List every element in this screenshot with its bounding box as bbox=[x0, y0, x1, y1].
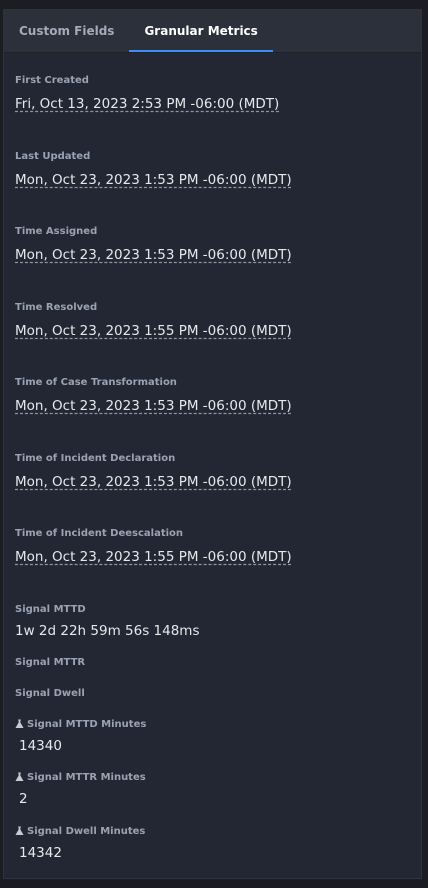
field-label: Time of Incident Deescalation bbox=[15, 527, 184, 539]
field-signal-mttd: Signal MTTD 1w 2d 22h 59m 56s 148ms bbox=[15, 602, 199, 641]
flask-icon bbox=[15, 719, 24, 729]
field-label: Last Updated bbox=[15, 150, 91, 162]
field-first-created: First Created Fri, Oct 13, 2023 2:53 PM … bbox=[15, 73, 279, 114]
field-time-incident-deescalation: Time of Incident Deescalation Mon, Oct 2… bbox=[15, 526, 292, 567]
date-value[interactable]: Mon, Oct 23, 2023 1:53 PM -06:00 (MDT) bbox=[15, 170, 292, 190]
date-value[interactable]: Mon, Oct 23, 2023 1:55 PM -06:00 (MDT) bbox=[15, 321, 292, 341]
field-time-assigned: Time Assigned Mon, Oct 23, 2023 1:53 PM … bbox=[15, 224, 292, 265]
field-signal-dwell-minutes: Signal Dwell Minutes 14342 bbox=[15, 824, 145, 863]
date-value[interactable]: Mon, Oct 23, 2023 1:53 PM -06:00 (MDT) bbox=[15, 396, 292, 416]
field-label: Time of Case Transformation bbox=[15, 376, 177, 388]
date-value[interactable]: Mon, Oct 23, 2023 1:53 PM -06:00 (MDT) bbox=[15, 245, 292, 265]
flask-icon bbox=[15, 826, 24, 836]
signal-mttd-value: 1w 2d 22h 59m 56s 148ms bbox=[15, 623, 200, 639]
field-signal-dwell: Signal Dwell bbox=[15, 686, 85, 700]
field-label: Time of Incident Declaration bbox=[15, 452, 176, 464]
flask-icon bbox=[15, 772, 24, 782]
field-time-incident-declaration: Time of Incident Declaration Mon, Oct 23… bbox=[15, 451, 292, 492]
tab-custom-fields[interactable]: Custom Fields bbox=[4, 10, 129, 52]
date-value[interactable]: Mon, Oct 23, 2023 1:53 PM -06:00 (MDT) bbox=[15, 472, 292, 492]
field-label-text: Signal Dwell Minutes bbox=[27, 825, 146, 837]
tab-bar: Custom Fields Granular Metrics bbox=[4, 10, 421, 53]
date-value[interactable]: Mon, Oct 23, 2023 1:55 PM -06:00 (MDT) bbox=[15, 547, 292, 567]
minutes-value: 2 bbox=[19, 791, 28, 807]
field-label: Signal Dwell Minutes bbox=[15, 824, 145, 838]
date-value[interactable]: Fri, Oct 13, 2023 2:53 PM -06:00 (MDT) bbox=[15, 94, 279, 114]
field-label: Signal MTTR Minutes bbox=[15, 770, 146, 784]
field-label: Signal Dwell bbox=[15, 687, 85, 699]
field-last-updated: Last Updated Mon, Oct 23, 2023 1:53 PM -… bbox=[15, 149, 292, 190]
field-label: First Created bbox=[15, 74, 89, 86]
field-label-text: Signal MTTD Minutes bbox=[27, 718, 147, 730]
field-label: Signal MTTD Minutes bbox=[15, 717, 146, 731]
field-label: Time Resolved bbox=[15, 301, 98, 313]
field-label: Time Assigned bbox=[15, 225, 98, 237]
field-signal-mttr-minutes: Signal MTTR Minutes 2 bbox=[15, 770, 146, 809]
field-signal-mttr: Signal MTTR bbox=[15, 655, 85, 669]
field-label: Signal MTTR bbox=[15, 656, 86, 668]
field-label: Signal MTTD bbox=[15, 603, 86, 615]
field-time-case-transformation: Time of Case Transformation Mon, Oct 23,… bbox=[15, 375, 292, 416]
field-time-resolved: Time Resolved Mon, Oct 23, 2023 1:55 PM … bbox=[15, 300, 292, 341]
tab-granular-metrics[interactable]: Granular Metrics bbox=[129, 10, 274, 52]
field-signal-mttd-minutes: Signal MTTD Minutes 14340 bbox=[15, 717, 146, 756]
field-label-text: Signal MTTR Minutes bbox=[27, 771, 146, 783]
granular-metrics-panel: Custom Fields Granular Metrics First Cre… bbox=[3, 9, 422, 879]
minutes-value: 14340 bbox=[19, 738, 62, 754]
minutes-value: 14342 bbox=[19, 845, 62, 861]
